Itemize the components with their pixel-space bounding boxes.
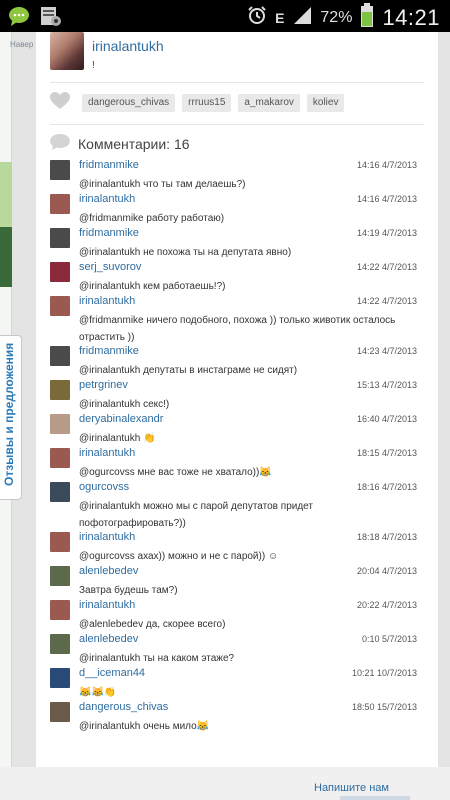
commenter-username[interactable]: d__iceman44	[79, 667, 145, 679]
commenter-username[interactable]: petrgrinev	[79, 379, 128, 391]
comment-timestamp: 0:10 5/7/2013	[361, 634, 417, 644]
post-caption: !	[92, 60, 95, 71]
footer-link-cut[interactable]	[340, 796, 410, 800]
comment-text: @irinalantukh депутаты в инстаграме не с…	[79, 365, 298, 376]
comment-text: @ogurcovss ахах)) можно и не с парой)) ☺	[79, 551, 279, 562]
comment-text: 😹😹👏	[79, 687, 117, 698]
divider	[50, 124, 424, 125]
network-type-icon: E	[275, 9, 285, 26]
write-to-us-link[interactable]: Напишите нам	[314, 782, 389, 794]
heart-icon[interactable]	[50, 92, 70, 110]
comment-timestamp: 18:15 4/7/2013	[356, 448, 417, 458]
battery-percent: 72%	[320, 8, 353, 26]
commenter-avatar[interactable]	[50, 160, 70, 180]
comment-bubble-icon	[50, 133, 70, 155]
commenter-avatar[interactable]	[50, 600, 70, 620]
commenter-avatar[interactable]	[50, 296, 70, 316]
likes-list: dangerous_chivas rrruus15 a_makarov koliev	[82, 94, 345, 112]
comment-text: @ogurcovss мне вас тоже не хватало))😹	[79, 467, 272, 478]
comment-timestamp: 20:04 4/7/2013	[356, 566, 417, 576]
commenter-username[interactable]: alenlebedev	[79, 565, 138, 577]
comment-timestamp: 14:22 4/7/2013	[356, 296, 417, 306]
commenter-avatar[interactable]	[50, 634, 70, 654]
clock: 14:21	[382, 4, 440, 30]
background-nav-link[interactable]: Навер	[10, 40, 33, 49]
comment-text: @irinalantukh 👏	[79, 433, 156, 444]
background-photo	[0, 227, 12, 287]
like-user-tag[interactable]: a_makarov	[238, 94, 300, 112]
commenter-username[interactable]: fridmanmike	[79, 227, 139, 239]
commenter-avatar[interactable]	[50, 228, 70, 248]
comment-text: @irinalantukh кем работаешь!?)	[79, 281, 226, 292]
commenter-username[interactable]: deryabinalexandr	[79, 413, 163, 425]
status-bar: E 72% 14:21	[0, 0, 450, 32]
commenter-avatar[interactable]	[50, 702, 70, 722]
commenter-username[interactable]: dangerous_chivas	[79, 701, 168, 713]
commenter-username[interactable]: irinalantukh	[79, 447, 135, 459]
commenter-username[interactable]: serj_suvorov	[79, 261, 141, 273]
comment-timestamp: 20:22 4/7/2013	[356, 600, 417, 610]
alarm-icon	[247, 5, 267, 30]
commenter-username[interactable]: alenlebedev	[79, 633, 138, 645]
commenter-avatar[interactable]	[50, 262, 70, 282]
comment-timestamp: 14:23 4/7/2013	[356, 346, 417, 356]
settings-notification-icon	[40, 5, 62, 32]
like-user-tag[interactable]: rrruus15	[182, 94, 232, 112]
comment-text: @fridmanmike ничего подобного, похожа ))…	[79, 315, 396, 343]
commenter-username[interactable]: fridmanmike	[79, 345, 139, 357]
comment-timestamp: 15:13 4/7/2013	[356, 380, 417, 390]
signal-icon	[292, 5, 312, 30]
comment-timestamp: 18:50 15/7/2013	[351, 702, 417, 712]
comments-count: Комментарии: 16	[78, 136, 190, 152]
post-username[interactable]: irinalantukh	[92, 38, 164, 54]
comment-timestamp: 18:18 4/7/2013	[356, 532, 417, 542]
commenter-username[interactable]: irinalantukh	[79, 193, 135, 205]
commenter-avatar[interactable]	[50, 668, 70, 688]
commenter-avatar[interactable]	[50, 346, 70, 366]
comment-timestamp: 14:19 4/7/2013	[356, 228, 417, 238]
comment-text: @irinalantukh ты на каком этаже?	[79, 653, 235, 664]
battery-icon	[360, 3, 374, 32]
commenter-avatar[interactable]	[50, 194, 70, 214]
feedback-side-tab-label: Отзывы и предложения	[2, 342, 16, 486]
commenter-avatar[interactable]	[50, 414, 70, 434]
commenter-avatar[interactable]	[50, 566, 70, 586]
comment-timestamp: 18:16 4/7/2013	[356, 482, 417, 492]
commenter-avatar[interactable]	[50, 482, 70, 502]
comments-header: Комментарии: 16	[50, 133, 190, 155]
comment-timestamp: 16:40 4/7/2013	[356, 414, 417, 424]
post-avatar[interactable]	[50, 32, 84, 70]
comment-text: @irinalantukh что ты там делаешь?)	[79, 179, 246, 190]
like-user-tag[interactable]: dangerous_chivas	[82, 94, 176, 112]
comment-timestamp: 10:21 10/7/2013	[351, 668, 417, 678]
commenter-username[interactable]: irinalantukh	[79, 295, 135, 307]
commenter-avatar[interactable]	[50, 448, 70, 468]
commenter-avatar[interactable]	[50, 380, 70, 400]
commenter-username[interactable]: irinalantukh	[79, 599, 135, 611]
comment-text: @irinalantukh очень мило😹	[79, 721, 210, 732]
comment-timestamp: 14:16 4/7/2013	[356, 160, 417, 170]
comment-text: @alenlebedev да, скорее всего)	[79, 619, 226, 630]
chat-notification-icon	[8, 6, 30, 31]
comment-text: @irinalantukh можно мы с парой депутатов…	[79, 501, 313, 529]
comment-text: @fridmanmike работу работаю)	[79, 213, 225, 224]
like-user-tag[interactable]: koliev	[306, 94, 345, 112]
comment-text: @irinalantukh секс!)	[79, 399, 170, 410]
likes-row: dangerous_chivas rrruus15 a_makarov koliev	[36, 88, 438, 112]
commenter-username[interactable]: irinalantukh	[79, 531, 135, 543]
commenter-username[interactable]: fridmanmike	[79, 159, 139, 171]
comment-text: @irinalantukh не похожа ты на депутата я…	[79, 247, 292, 258]
feedback-side-tab[interactable]: Отзывы и предложения	[0, 335, 22, 500]
post-panel: irinalantukh ! dangerous_chivas rrruus15 a…	[36, 32, 438, 768]
comment-text: Завтра будешь там?)	[79, 585, 178, 596]
divider	[50, 82, 424, 83]
commenter-username[interactable]: ogurcovss	[79, 481, 129, 493]
commenter-avatar[interactable]	[50, 532, 70, 552]
comment-timestamp: 14:22 4/7/2013	[356, 262, 417, 272]
comment-timestamp: 14:16 4/7/2013	[356, 194, 417, 204]
